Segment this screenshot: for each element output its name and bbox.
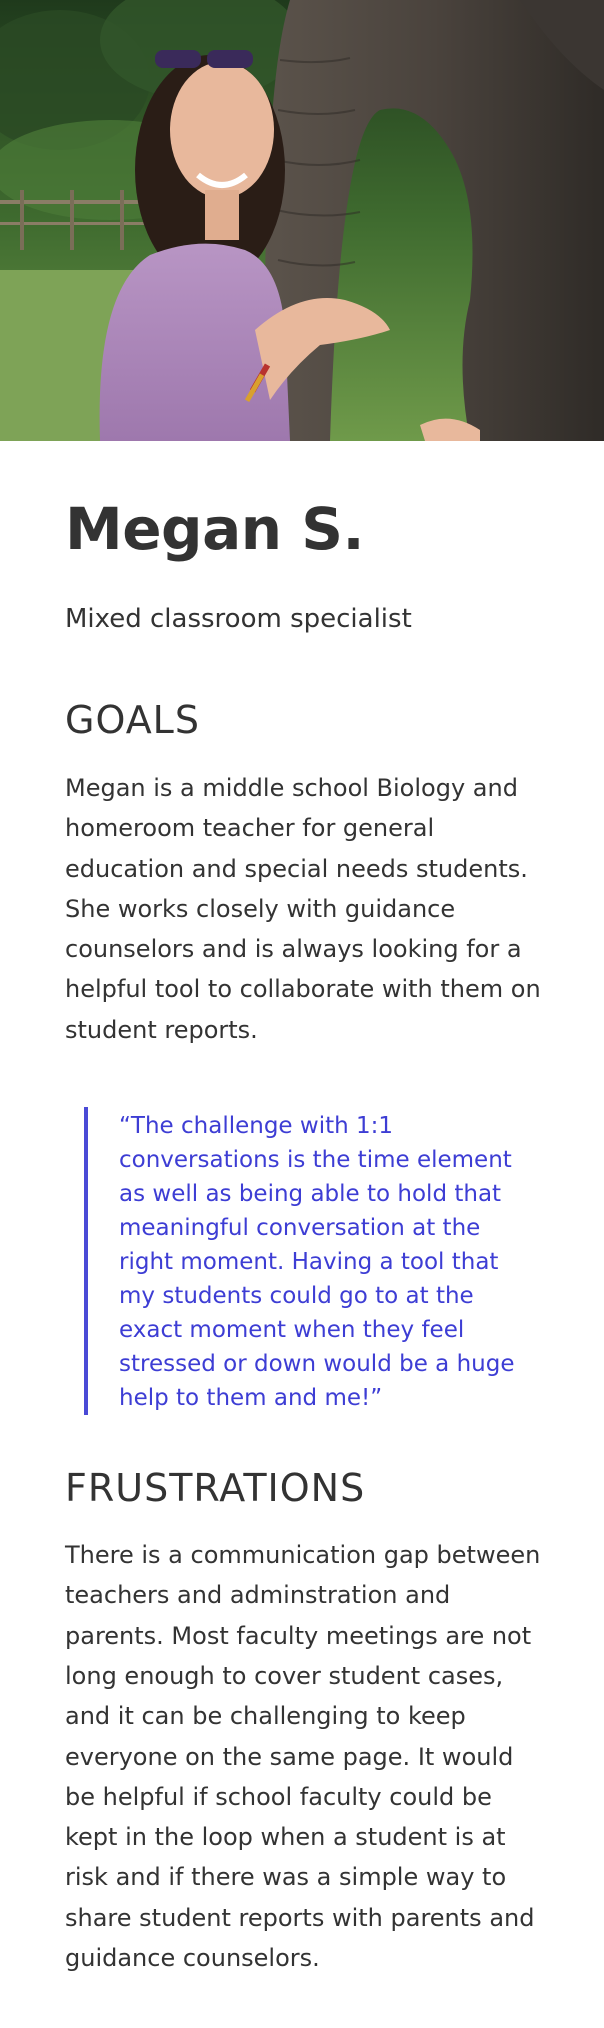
frustrations-heading: FRUSTRATIONS: [65, 1466, 366, 1511]
frustrations-text: There is a communication gap between tea…: [65, 1541, 541, 1973]
persona-name: Megan S.: [65, 495, 365, 563]
persona-quote: “The challenge with 1:1 conversations is…: [84, 1107, 529, 1416]
hero-photo: [0, 0, 604, 441]
persona-content: Megan S. Mixed classroom specialist GOAL…: [0, 441, 604, 1978]
goals-text: Megan is a middle school Biology and hom…: [65, 774, 541, 1044]
persona-photo: [0, 0, 604, 441]
persona-role: Mixed classroom specialist: [65, 604, 412, 634]
quote-text: “The challenge with 1:1 conversations is…: [119, 1113, 515, 1412]
goals-heading: GOALS: [65, 698, 200, 742]
